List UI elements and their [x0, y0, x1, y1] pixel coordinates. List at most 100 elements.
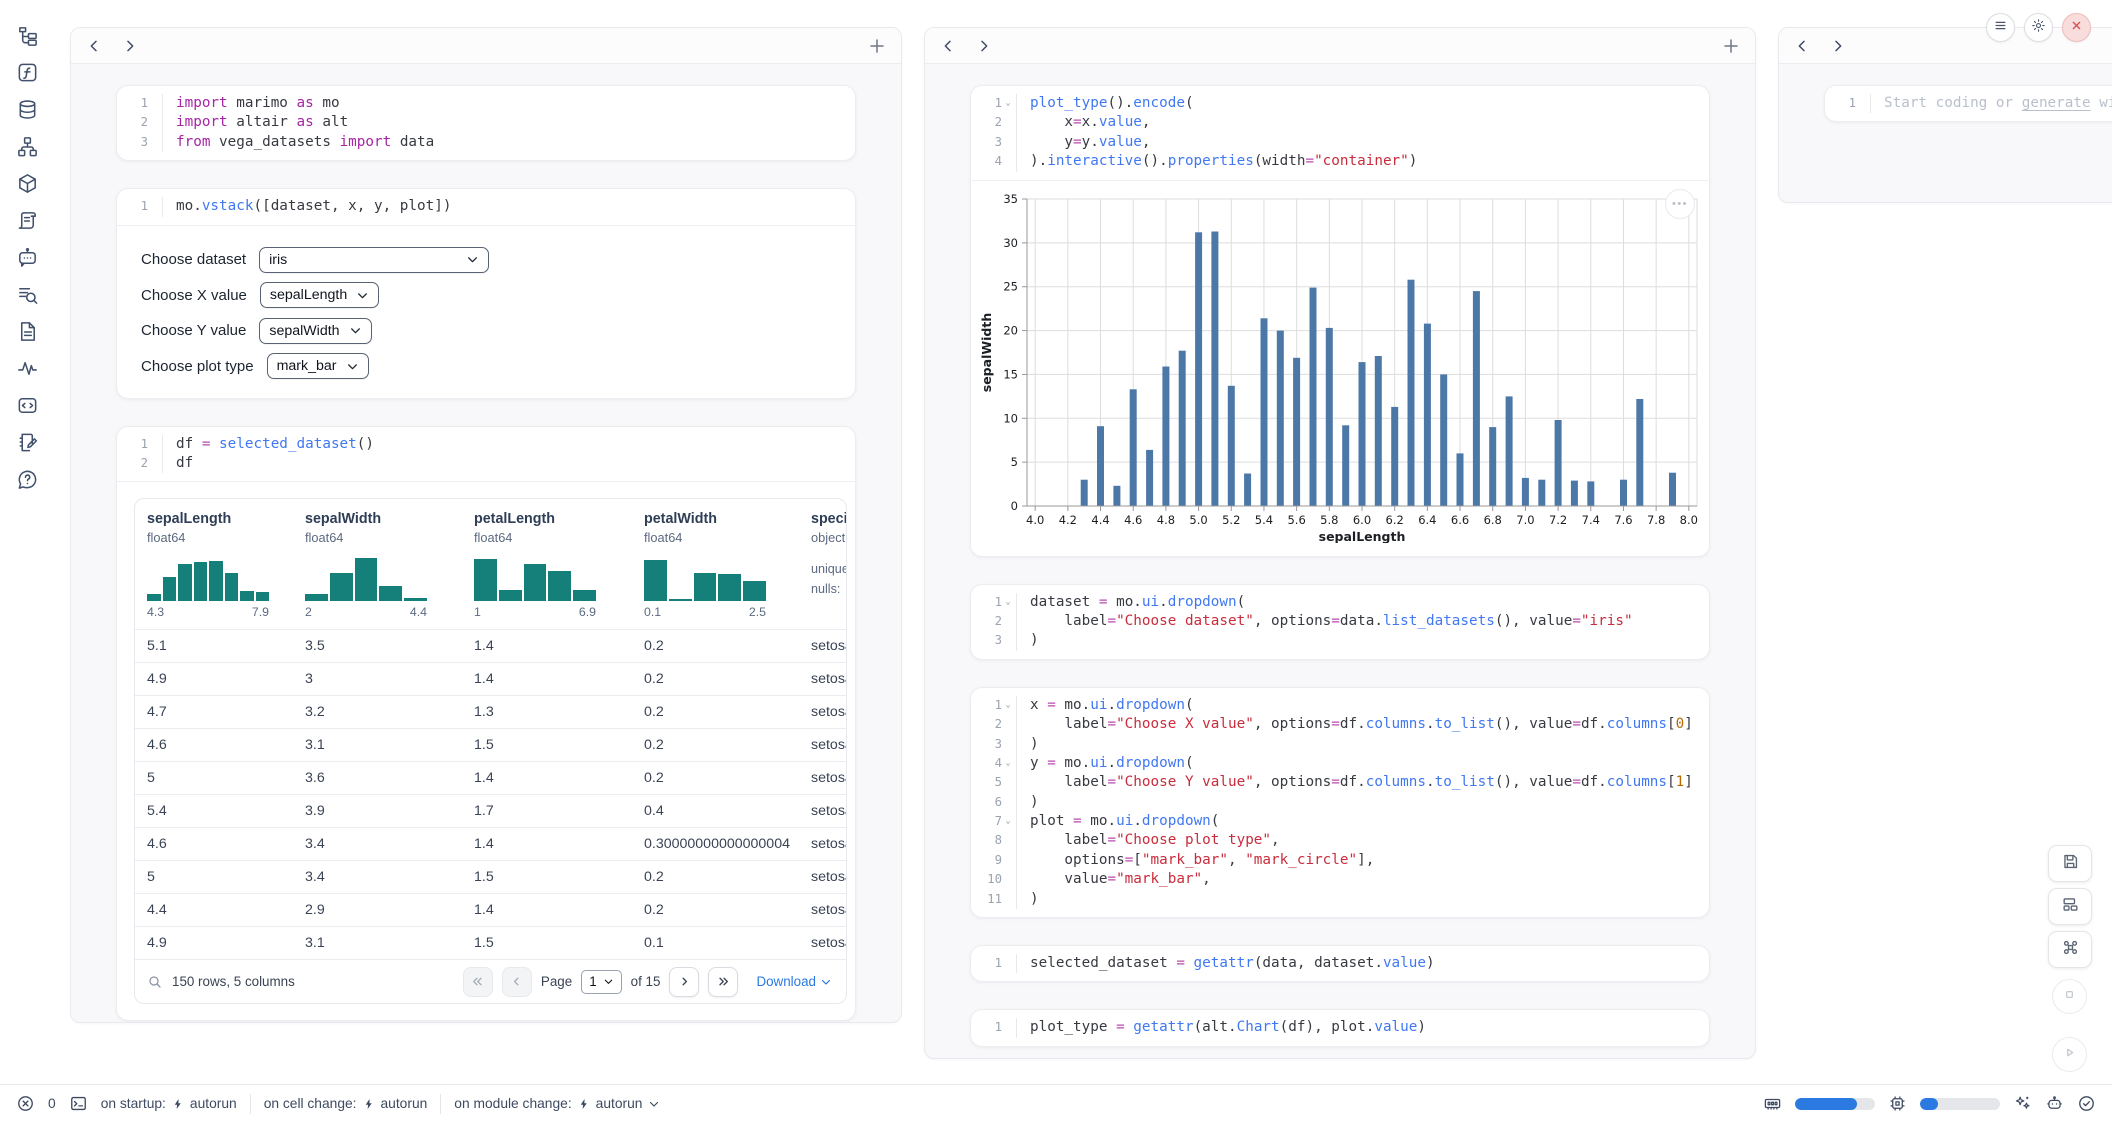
- svg-text:6.2: 6.2: [1386, 513, 1404, 527]
- variables-icon[interactable]: [16, 61, 39, 84]
- column-1-header: [71, 28, 901, 64]
- column-scroll-left-icon[interactable]: [940, 38, 956, 54]
- notebook-column-1: 1import marimo as mo2import altair as al…: [70, 27, 902, 1023]
- helper-panel-rail: [0, 0, 54, 1080]
- dataframe-table: sepalLengthfloat644.37.9sepalWidthfloat6…: [134, 498, 847, 1004]
- stop-icon: [2061, 986, 2078, 1008]
- column-histogram: [305, 556, 427, 601]
- command-icon: [2061, 938, 2080, 962]
- runtime-setting-on-startup[interactable]: on startup:autorun: [101, 1096, 237, 1111]
- notebook-menu-button[interactable]: [1986, 13, 2015, 42]
- choose-y-value-select[interactable]: sepalWidth: [259, 318, 371, 344]
- choose-dataset-select[interactable]: iris: [259, 247, 489, 273]
- packages-icon[interactable]: [16, 172, 39, 195]
- code-editor[interactable]: 1mo.vstack([dataset, x, y, plot]): [117, 189, 855, 225]
- command-palette-button[interactable]: [2048, 931, 2092, 968]
- code-editor[interactable]: 1import marimo as mo2import altair as al…: [117, 86, 855, 160]
- fold-chevron-icon[interactable]: ⌄: [1002, 593, 1014, 612]
- svg-text:20: 20: [1003, 323, 1018, 337]
- marimo-app: 1import marimo as mo2import altair as al…: [0, 0, 2112, 1122]
- previous-page-button[interactable]: [502, 967, 532, 997]
- column-histogram: [474, 556, 596, 601]
- svg-text:sepalLength: sepalLength: [1319, 529, 1406, 543]
- line-number: 11: [971, 890, 1017, 909]
- code-editor[interactable]: 1⌄x = mo.ui.dropdown(2 label="Choose X v…: [971, 688, 1709, 917]
- choose-x-value-select[interactable]: sepalLength: [260, 282, 379, 308]
- code-editor[interactable]: 1plot_type = getattr(alt.Chart(df), plot…: [971, 1010, 1709, 1045]
- scratchpad-icon[interactable]: [16, 431, 39, 454]
- add-cell-icon[interactable]: [1722, 37, 1740, 55]
- svg-text:6.0: 6.0: [1353, 513, 1371, 527]
- svg-text:4.2: 4.2: [1059, 513, 1077, 527]
- last-page-button[interactable]: [708, 967, 738, 997]
- code-text: df: [176, 454, 193, 473]
- column-header-petalLength[interactable]: petalLengthfloat6416.9: [474, 511, 644, 619]
- line-number: 2: [117, 113, 163, 132]
- errors-icon[interactable]: [16, 1094, 35, 1113]
- data-sources-icon[interactable]: [16, 98, 39, 121]
- documentation-icon[interactable]: [16, 320, 39, 343]
- svg-text:35: 35: [1003, 192, 1018, 206]
- terminal-icon[interactable]: [69, 1094, 88, 1113]
- layout-grid-icon: [2061, 895, 2080, 919]
- file-explorer-icon[interactable]: [16, 24, 39, 47]
- settings-button[interactable]: [2024, 13, 2053, 42]
- next-page-button[interactable]: [669, 967, 699, 997]
- code-editor[interactable]: 1⌄plot_type().encode(2 x=x.value,3 y=y.v…: [971, 86, 1709, 181]
- snippets-icon[interactable]: [16, 394, 39, 417]
- fold-chevron-icon[interactable]: ⌄: [1002, 696, 1014, 715]
- chart-actions-button[interactable]: •••: [1665, 189, 1695, 219]
- empty-code-editor[interactable]: 1Start coding or generate with AI: [1825, 86, 2112, 121]
- fold-chevron-icon[interactable]: ⌄: [1002, 94, 1014, 113]
- selected-value: sepalWidth: [269, 323, 339, 339]
- dropdown-label: Choose X value: [141, 287, 247, 304]
- dependency-graph-icon[interactable]: [16, 135, 39, 158]
- connection-status-icon[interactable]: [2077, 1094, 2096, 1113]
- column-header-species[interactable]: speciesobjectunique:nulls:: [811, 511, 847, 619]
- choose-plot-type-select[interactable]: mark_bar: [267, 353, 369, 379]
- fold-chevron-icon[interactable]: ⌄: [1002, 754, 1014, 773]
- runtime-setting-on-cell-change[interactable]: on cell change:autorun: [264, 1096, 428, 1111]
- logs-search-icon[interactable]: [16, 283, 39, 306]
- scroll-icon[interactable]: [16, 209, 39, 232]
- line-number: 2: [117, 454, 163, 473]
- column-scroll-right-icon[interactable]: [122, 38, 138, 54]
- dropdown-label: Choose dataset: [141, 251, 246, 268]
- download-button[interactable]: Download: [756, 974, 832, 989]
- stop-button[interactable]: [2052, 979, 2087, 1014]
- first-page-button[interactable]: [463, 967, 493, 997]
- page-select[interactable]: 1: [581, 970, 621, 994]
- column-header-sepalWidth[interactable]: sepalWidthfloat6424.4: [305, 511, 474, 619]
- shutdown-button[interactable]: [2062, 13, 2091, 42]
- tracing-icon[interactable]: [16, 357, 39, 380]
- column-2-header: [925, 28, 1755, 64]
- ai-sparkles-icon[interactable]: [2013, 1094, 2032, 1113]
- code-editor[interactable]: 1df = selected_dataset()2df: [117, 427, 855, 483]
- generate-with-ai-link[interactable]: generate: [2022, 95, 2091, 111]
- code-text: plot_type = getattr(alt.Chart(df), plot.…: [1030, 1018, 1426, 1037]
- ai-assistant-robot-icon[interactable]: [2045, 1094, 2064, 1113]
- column-scroll-right-icon[interactable]: [1830, 38, 1846, 54]
- search-icon[interactable]: [147, 974, 163, 990]
- ai-chat-icon[interactable]: [16, 246, 39, 269]
- fold-chevron-icon[interactable]: ⌄: [1002, 812, 1014, 831]
- help-icon[interactable]: [16, 468, 39, 491]
- table-row: 4.931.40.2setosa: [135, 662, 846, 695]
- add-cell-icon[interactable]: [868, 37, 886, 55]
- column-header-petalWidth[interactable]: petalWidthfloat640.12.5: [644, 511, 811, 619]
- code-editor[interactable]: 1⌄dataset = mo.ui.dropdown(2 label="Choo…: [971, 585, 1709, 659]
- code-editor[interactable]: 1selected_dataset = getattr(data, datase…: [971, 946, 1709, 981]
- code-text: y = mo.ui.dropdown(: [1030, 754, 1194, 773]
- column-scroll-left-icon[interactable]: [1794, 38, 1810, 54]
- code-text: import altair as alt: [176, 113, 348, 132]
- line-number: 5: [971, 773, 1017, 792]
- layout-button[interactable]: [2048, 888, 2092, 925]
- column-scroll-right-icon[interactable]: [976, 38, 992, 54]
- column-header-sepalLength[interactable]: sepalLengthfloat644.37.9: [147, 511, 305, 619]
- save-button[interactable]: [2048, 845, 2092, 882]
- runtime-setting-on-module-change[interactable]: on module change:autorun: [454, 1096, 660, 1111]
- column-scroll-left-icon[interactable]: [86, 38, 102, 54]
- altair-bar-chart[interactable]: 4.04.24.44.64.85.05.25.45.65.86.06.26.46…: [971, 181, 1709, 556]
- run-button[interactable]: [2052, 1037, 2087, 1072]
- autorun-bolt-icon: [578, 1098, 590, 1110]
